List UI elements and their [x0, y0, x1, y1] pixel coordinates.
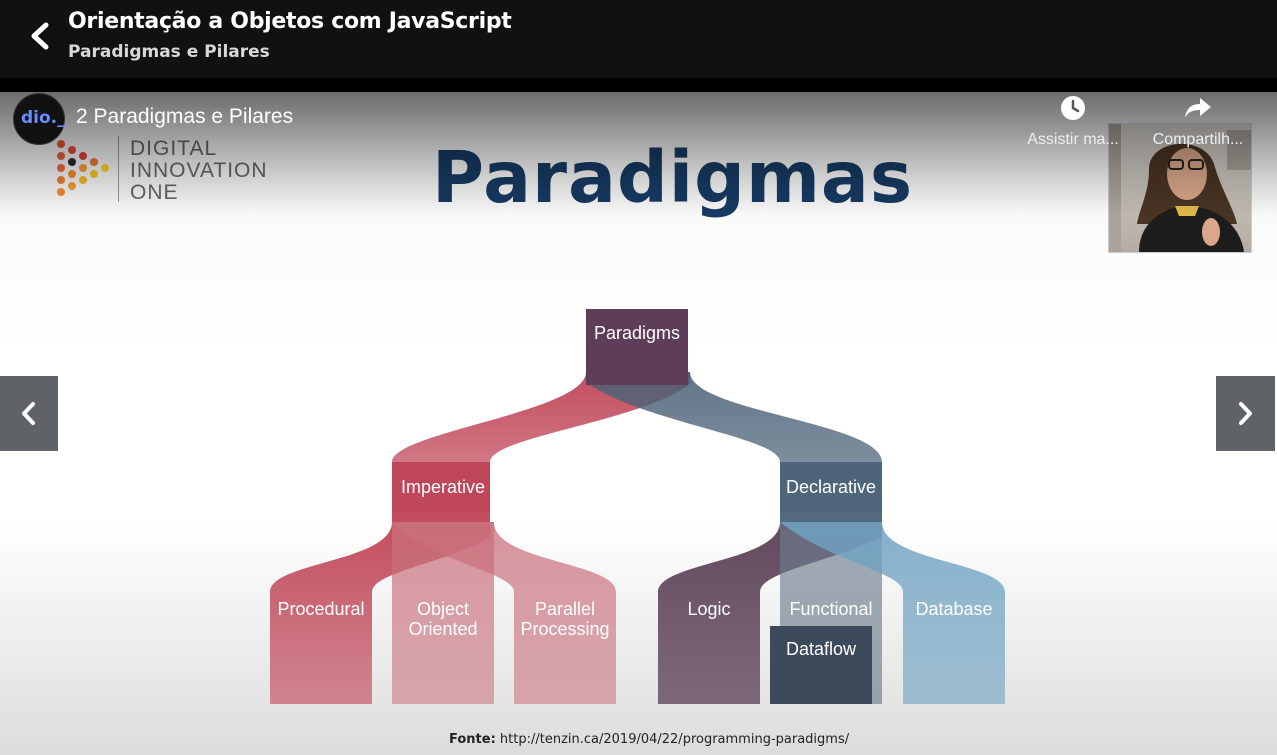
channel-avatar-text: dio._ [21, 108, 66, 128]
source-url: http://tenzin.ca/2019/04/22/programming-… [499, 732, 850, 747]
label-dataflow: Dataflow [786, 639, 857, 659]
label-parallel: Parallel [535, 599, 595, 619]
label-logic: Logic [687, 599, 730, 619]
video-title[interactable]: 2 Paradigmas e Pilares [76, 105, 293, 129]
slide-source: Fonte: http://tenzin.ca/2019/04/22/progr… [449, 732, 849, 747]
app-header: Orientação a Objetos com JavaScript Para… [0, 0, 1277, 78]
label-object: Object [417, 599, 469, 619]
clock-icon [1061, 96, 1085, 120]
label-functional: Functional [789, 599, 872, 619]
course-title: Orientação a Objetos com JavaScript [68, 9, 512, 34]
root-box [586, 309, 688, 385]
share-label: Compartilh... [1152, 131, 1244, 148]
back-arrow-icon[interactable] [26, 20, 56, 52]
previous-button[interactable] [0, 376, 58, 451]
chevron-left-icon [22, 402, 35, 425]
label-database: Database [915, 599, 992, 619]
watch-later-button[interactable]: Assistir ma... [1018, 94, 1128, 149]
channel-avatar[interactable]: dio._ [13, 93, 66, 145]
next-button[interactable] [1216, 376, 1275, 451]
label-paradigms: Paradigms [594, 323, 680, 343]
label-imperative: Imperative [401, 477, 485, 497]
share-button[interactable]: Compartilh... [1143, 94, 1253, 149]
share-icon [1185, 98, 1211, 118]
lesson-subtitle: Paradigmas e Pilares [68, 42, 270, 62]
label-declarative: Declarative [786, 477, 876, 497]
source-label: Fonte: [449, 732, 496, 747]
label-procedural: Procedural [277, 599, 364, 619]
video-player[interactable]: DIGITAL INNOVATION ONE Paradigmas Paradi… [0, 92, 1277, 755]
dataflow-box [770, 626, 872, 704]
label-oriented: Oriented [408, 619, 477, 639]
label-processing: Processing [520, 619, 609, 639]
watch-later-label: Assistir ma... [1027, 131, 1119, 148]
chevron-right-icon [1239, 402, 1252, 425]
paradigms-diagram: Paradigms Imperative Declarative Procedu… [270, 309, 1005, 704]
